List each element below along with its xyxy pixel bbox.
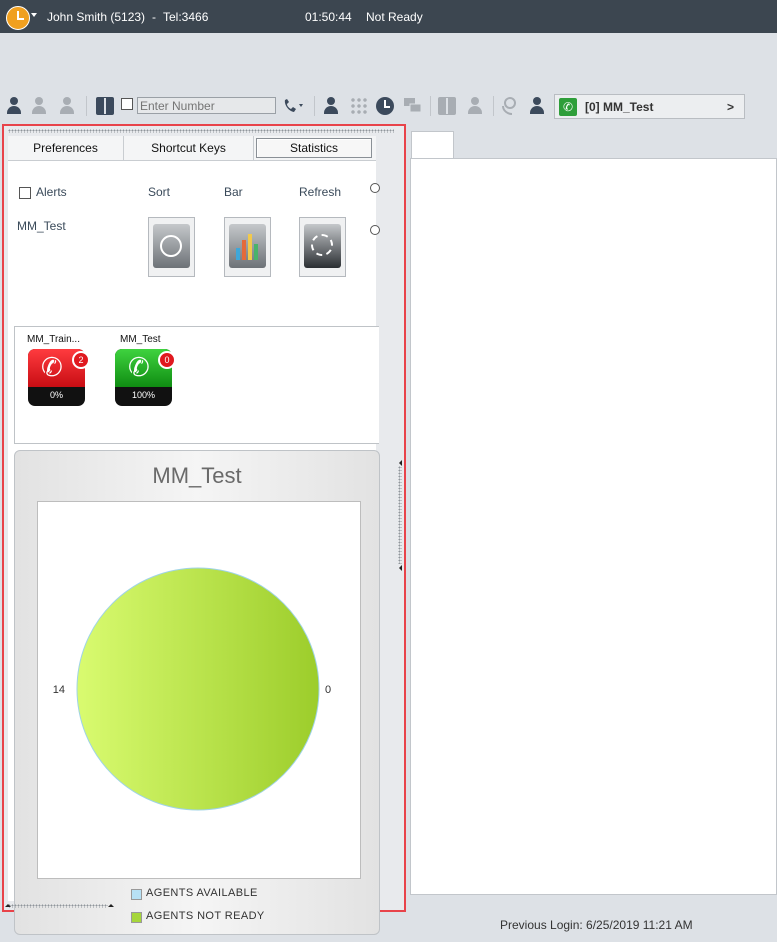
queue-name-label: MM_Test: [17, 219, 66, 233]
agent-icon[interactable]: [5, 97, 23, 115]
collapse-up-icon[interactable]: [108, 904, 114, 907]
statistics-body: Alerts Sort Bar Refresh MM_Test MM_Train…: [8, 161, 380, 935]
chart-title: MM_Test: [152, 463, 242, 488]
phone-icon: ✆: [128, 352, 150, 382]
tab-shortcut-keys[interactable]: Shortcut Keys: [124, 136, 254, 160]
workspace-panel: [410, 158, 777, 895]
bar-chart-icon: [229, 224, 266, 268]
number-checkbox[interactable]: [121, 98, 133, 110]
transfer-agent-icon[interactable]: [322, 97, 340, 115]
dial-phone-icon[interactable]: [282, 98, 304, 117]
statistics-panel: Preferences Shortcut Keys Statistics Ale…: [2, 124, 406, 935]
pie-slice-agents-not-ready: [76, 567, 320, 811]
agent-check-icon[interactable]: [30, 97, 48, 115]
queue-phone-icon: ✆: [559, 98, 577, 116]
queue-next-arrow[interactable]: >: [727, 100, 734, 114]
option-radio-1[interactable]: [370, 183, 380, 193]
tab-preferences[interactable]: Preferences: [8, 136, 124, 160]
refresh-icon: [311, 234, 333, 256]
legend-label-not-ready: AGENTS NOT READY: [146, 910, 265, 922]
collapse-up-icon[interactable]: [5, 904, 11, 907]
queue-count-badge: 2: [72, 351, 90, 369]
bar-label: Bar: [224, 185, 243, 199]
splitter-handle[interactable]: [398, 466, 402, 564]
session-timer: 01:50:44: [305, 10, 352, 24]
collapse-left-icon[interactable]: [399, 460, 402, 466]
clock-icon[interactable]: [376, 97, 394, 115]
agent-status: Not Ready: [366, 10, 423, 24]
queue-selector[interactable]: ✆ [0] MM_Test >: [554, 94, 745, 119]
queue-tile-name: MM_Test: [120, 334, 161, 345]
chart-card: MM_Test 14 0 AGENTS AVAILABLE AGENTS NOT …: [14, 450, 380, 935]
legend-swatch-not-ready: [131, 912, 142, 923]
legend-label-available: AGENTS AVAILABLE: [146, 887, 258, 899]
sort-label: Sort: [148, 185, 171, 199]
queue-selector-label: [0] MM_Test: [585, 100, 654, 114]
queue-tiles-area: MM_Train... ✆ 0% 2 MM_Test ✆ 100% 0: [14, 326, 379, 444]
panel-tabs: Preferences Shortcut Keys Statistics: [8, 136, 376, 161]
title-bar: John Smith (5123) - Tel:3466 01:50:44 No…: [0, 0, 777, 33]
legend-swatch-available: [131, 889, 142, 900]
callback-icon[interactable]: [500, 97, 520, 115]
refresh-button[interactable]: [299, 217, 346, 277]
status-clock-icon[interactable]: [6, 6, 30, 30]
agent-search-icon[interactable]: [58, 97, 76, 115]
upload-arrow-icon: [160, 235, 182, 257]
queue-tile-percent: 0%: [49, 390, 63, 400]
queue-tile-name: MM_Train...: [27, 334, 80, 345]
pie-data-label: 14: [53, 684, 65, 696]
phone-icon: ✆: [41, 352, 63, 382]
keypad-icon[interactable]: [350, 97, 368, 115]
agent-name: John Smith (5123): [47, 10, 146, 24]
supervisor-icon[interactable]: [528, 97, 546, 115]
tab-statistics[interactable]: Statistics: [256, 138, 372, 158]
pie-chart: 14 0: [53, 567, 331, 811]
chart-plot-area: 14 0: [37, 501, 361, 879]
option-radio-2[interactable]: [370, 225, 380, 235]
agent-tel: Tel:3466: [163, 10, 209, 24]
title-separator: -: [152, 10, 156, 24]
phonebook-icon[interactable]: [96, 97, 114, 115]
chevron-down-icon[interactable]: [31, 13, 37, 17]
directory-search-icon[interactable]: [466, 97, 484, 115]
queue-tile-percent: 100%: [131, 390, 156, 400]
alerts-label[interactable]: Alerts: [36, 185, 67, 199]
collapse-left-icon[interactable]: [399, 565, 402, 571]
workspace-tab[interactable]: [411, 131, 454, 159]
alerts-checkbox[interactable]: [19, 187, 31, 199]
enter-number-input[interactable]: [137, 97, 276, 114]
bar-chart-button[interactable]: [224, 217, 271, 277]
queue-count-badge: 0: [158, 351, 176, 369]
pie-data-label: 0: [325, 684, 331, 696]
chat-icon[interactable]: [403, 97, 423, 115]
directory-icon[interactable]: [438, 97, 456, 115]
refresh-label: Refresh: [299, 185, 342, 199]
sort-button[interactable]: [148, 217, 195, 277]
previous-login: Previous Login: 6/25/2019 11:21 AM: [500, 918, 693, 932]
